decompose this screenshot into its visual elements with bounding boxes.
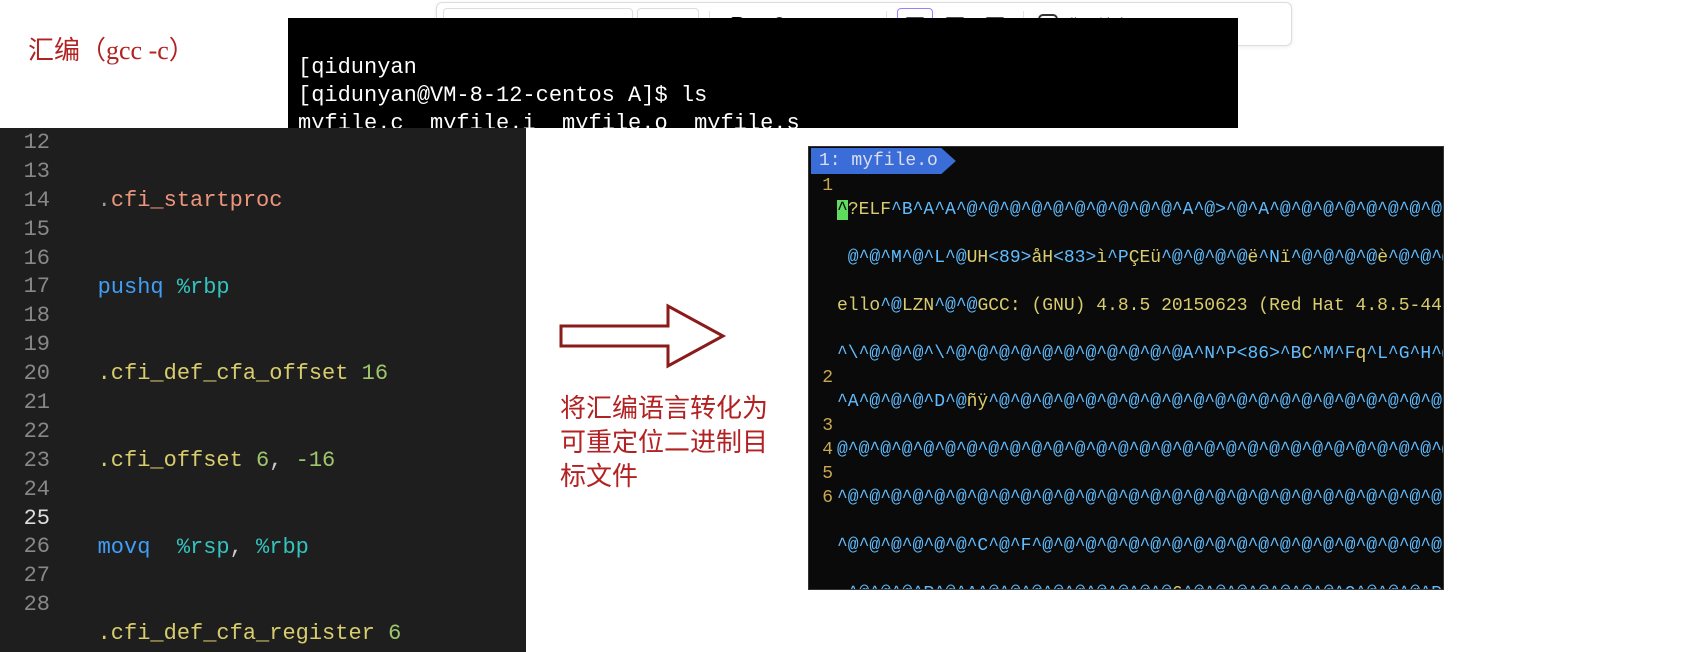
vim-hex-viewer[interactable]: 1: myfile.o 1 23456 ^?ELF^B^A^A^@^@^@^@^…	[808, 146, 1444, 590]
terminal-line: [qidunyan	[298, 55, 417, 80]
arrow-icon	[558, 300, 728, 377]
editor-code: .cfi_startproc pushq %rbp .cfi_def_cfa_o…	[58, 128, 526, 652]
terminal-window[interactable]: [qidunyan [qidunyan@VM-8-12-centos A]$ l…	[288, 18, 1238, 128]
vim-body: 1 23456 ^?ELF^B^A^A^@^@^@^@^@^@^@^@^@^@^…	[809, 174, 1443, 590]
asm-code-editor[interactable]: 12131415 16171819 20212223 24252627 28 .…	[0, 128, 526, 652]
page-title: 汇编（gcc -c）	[28, 30, 195, 67]
editor-gutter: 12131415 16171819 20212223 24252627 28	[0, 128, 58, 652]
description-caption: 将汇编语言转化为可重定位二进制目标文件	[560, 392, 770, 494]
terminal-line: [qidunyan@VM-8-12-centos A]$ ls	[298, 83, 707, 108]
vim-gutter: 1 23456	[809, 174, 837, 590]
vim-tab-title: 1: myfile.o	[811, 148, 956, 174]
vim-text: ^?ELF^B^A^A^@^@^@^@^@^@^@^@^@^@^A^@>^@^A…	[837, 174, 1443, 590]
